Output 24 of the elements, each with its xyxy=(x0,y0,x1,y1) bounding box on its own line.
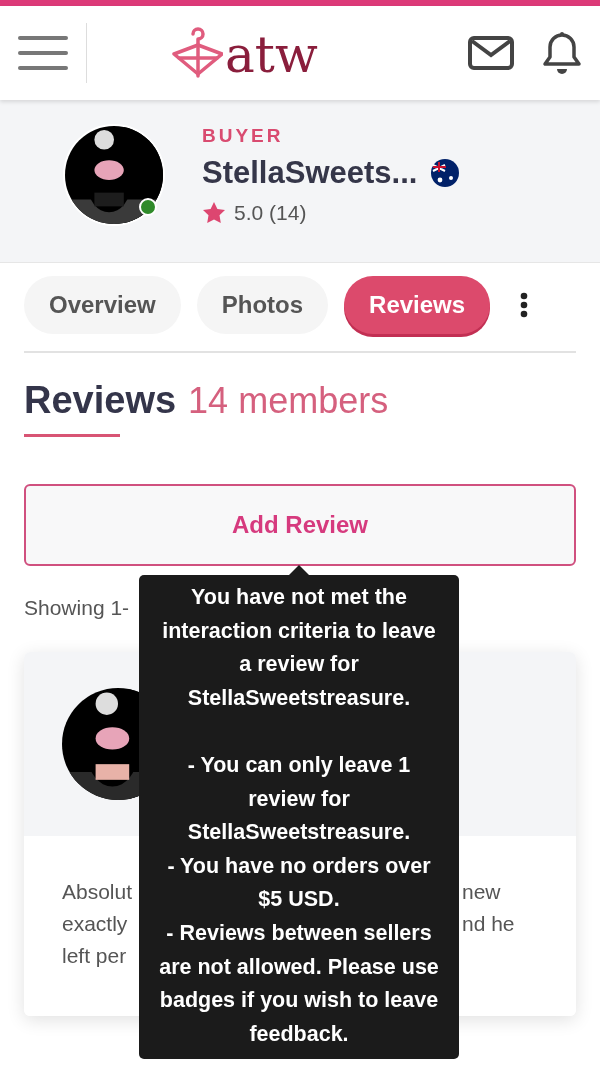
star-icon xyxy=(202,201,226,225)
review-text: exactly xyxy=(62,911,129,937)
tab[interactable]: Overview xyxy=(24,276,181,334)
role-label: BUYER xyxy=(202,125,285,147)
logo[interactable]: atw xyxy=(171,26,318,80)
rating: 5.0 (14) xyxy=(234,201,307,225)
tab[interactable]: Reviews xyxy=(344,276,491,334)
review-text: new xyxy=(462,879,502,905)
more-icon[interactable] xyxy=(520,292,529,318)
tooltip: You have not met the interaction criteria to leave a review for StellaSweetstreasure. - You can only leave 1 review for StellaSweetstreasure. - You have no orders over $5 USD. - Reviews between sellers are not allowed. Please use badges if you wish to leave feedback. xyxy=(139,565,459,1060)
member-count: 14 members xyxy=(188,380,389,422)
menu-icon[interactable] xyxy=(18,35,68,71)
showing-count: Showing 1- xyxy=(24,596,130,619)
hanger-icon xyxy=(171,26,223,80)
review-text: nd he xyxy=(462,911,516,937)
username: StellaSweets... xyxy=(202,155,418,191)
review-text: Absolut xyxy=(62,879,134,905)
section-title: Reviews xyxy=(24,379,177,422)
tab[interactable]: Photos xyxy=(196,276,329,334)
flag-icon xyxy=(431,159,460,187)
review-text: left per xyxy=(62,943,128,969)
bell-icon[interactable] xyxy=(542,31,582,75)
mail-icon[interactable] xyxy=(468,36,514,70)
add-review-button[interactable]: Add Review xyxy=(24,484,576,566)
